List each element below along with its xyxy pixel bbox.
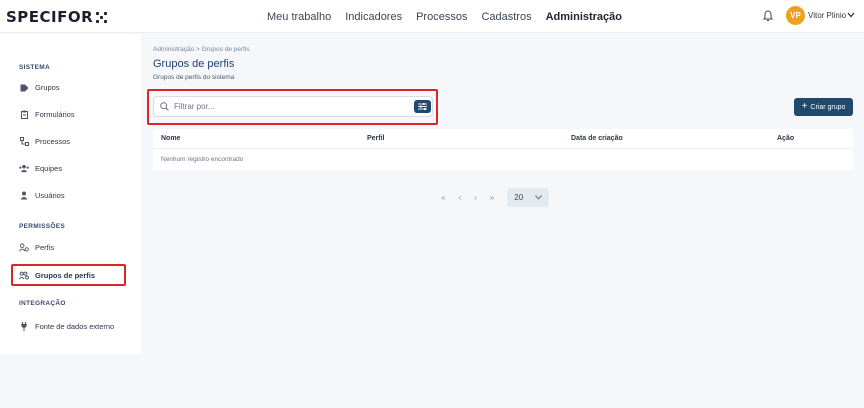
user-name[interactable]: Vitor Plinio bbox=[808, 11, 846, 20]
bell-icon[interactable] bbox=[763, 10, 773, 22]
column-header-perfil[interactable]: Perfil bbox=[367, 135, 385, 142]
logo-mark-icon bbox=[96, 11, 108, 23]
profile-settings-icon bbox=[19, 243, 29, 252]
sidebar-item-equipes[interactable]: Equipes bbox=[19, 164, 62, 173]
column-header-acao: Ação bbox=[777, 135, 795, 142]
nav-meu-trabalho[interactable]: Meu trabalho bbox=[267, 11, 331, 23]
empty-state-message: Nenhum registro encontrado bbox=[161, 156, 244, 163]
sidebar-item-label: Formulários bbox=[35, 110, 75, 119]
data-table: Nome Perfil Data de criação Ação Nenhum … bbox=[153, 129, 853, 170]
plus-icon: + bbox=[801, 101, 808, 112]
sidebar-item-label: Fonte de dados externo bbox=[35, 322, 115, 331]
sidebar-section-permissoes: PERMISSÕES bbox=[19, 223, 65, 230]
page-subtitle: Grupos de perfis do sistema bbox=[153, 74, 235, 81]
nav-indicadores[interactable]: Indicadores bbox=[345, 11, 402, 23]
logo[interactable]: SPECIFOR bbox=[6, 8, 108, 26]
clipboard-icon bbox=[19, 110, 29, 119]
process-icon bbox=[19, 137, 29, 146]
sidebar-item-perfis[interactable]: Perfis bbox=[19, 243, 54, 252]
create-group-label: Criar grupo bbox=[810, 103, 846, 111]
last-page-button[interactable]: » bbox=[490, 193, 494, 202]
sidebar-section-sistema: SISTEMA bbox=[19, 64, 50, 71]
nav-administracao[interactable]: Administração bbox=[546, 11, 622, 23]
sidebar-item-label: Grupos bbox=[35, 83, 60, 92]
sidebar-item-formularios[interactable]: Formulários bbox=[19, 110, 75, 119]
sidebar-section-integracao: INTEGRAÇÃO bbox=[19, 300, 66, 307]
sidebar-item-grupos[interactable]: Grupos bbox=[19, 83, 60, 92]
next-page-button[interactable]: › bbox=[474, 193, 477, 202]
plug-icon bbox=[19, 322, 29, 331]
page-size-select[interactable]: 20 bbox=[507, 187, 550, 207]
table-header: Nome Perfil Data de criação Ação bbox=[153, 129, 853, 149]
page-size-value: 20 bbox=[514, 192, 524, 202]
first-page-button[interactable]: « bbox=[441, 193, 445, 202]
nav-processos[interactable]: Processos bbox=[416, 11, 467, 23]
sidebar-item-fonte-de-dados-externo[interactable]: Fonte de dados externo bbox=[19, 322, 114, 331]
highlight-box-sidebar bbox=[11, 264, 126, 286]
chevron-down-icon[interactable] bbox=[847, 12, 855, 18]
column-header-data-criacao[interactable]: Data de criação bbox=[571, 135, 623, 142]
breadcrumb[interactable]: Administração > Grupos de perfis bbox=[153, 46, 250, 53]
tag-icon bbox=[19, 83, 29, 92]
sidebar-item-label: Usuários bbox=[35, 191, 65, 200]
nav-cadastros[interactable]: Cadastros bbox=[481, 11, 531, 23]
sidebar: SISTEMA Grupos Formulários Processos Equ… bbox=[0, 34, 141, 354]
highlight-box-search bbox=[147, 89, 438, 125]
top-bar: SPECIFOR Meu trabalho Indicadores Proces… bbox=[0, 0, 864, 33]
sidebar-item-label: Perfis bbox=[35, 243, 55, 252]
sidebar-item-usuarios[interactable]: Usuários bbox=[19, 191, 65, 200]
user-icon bbox=[19, 191, 29, 200]
sidebar-item-label: Processos bbox=[35, 137, 71, 146]
prev-page-button[interactable]: ‹ bbox=[458, 193, 461, 202]
create-group-button[interactable]: + Criar grupo bbox=[794, 98, 853, 116]
page-title: Grupos de perfis bbox=[153, 58, 235, 70]
sidebar-item-processos[interactable]: Processos bbox=[19, 137, 70, 146]
table-body: Nenhum registro encontrado bbox=[153, 149, 853, 170]
column-header-nome[interactable]: Nome bbox=[161, 135, 180, 142]
pagination: « ‹ › » 20 bbox=[441, 187, 550, 207]
logo-text: SPECIFOR bbox=[6, 8, 94, 26]
avatar[interactable]: VP bbox=[786, 6, 805, 25]
team-icon bbox=[19, 164, 29, 173]
chevron-down-icon bbox=[535, 194, 543, 200]
main-nav: Meu trabalho Indicadores Processos Cadas… bbox=[267, 0, 636, 33]
sidebar-item-label: Equipes bbox=[35, 164, 63, 173]
